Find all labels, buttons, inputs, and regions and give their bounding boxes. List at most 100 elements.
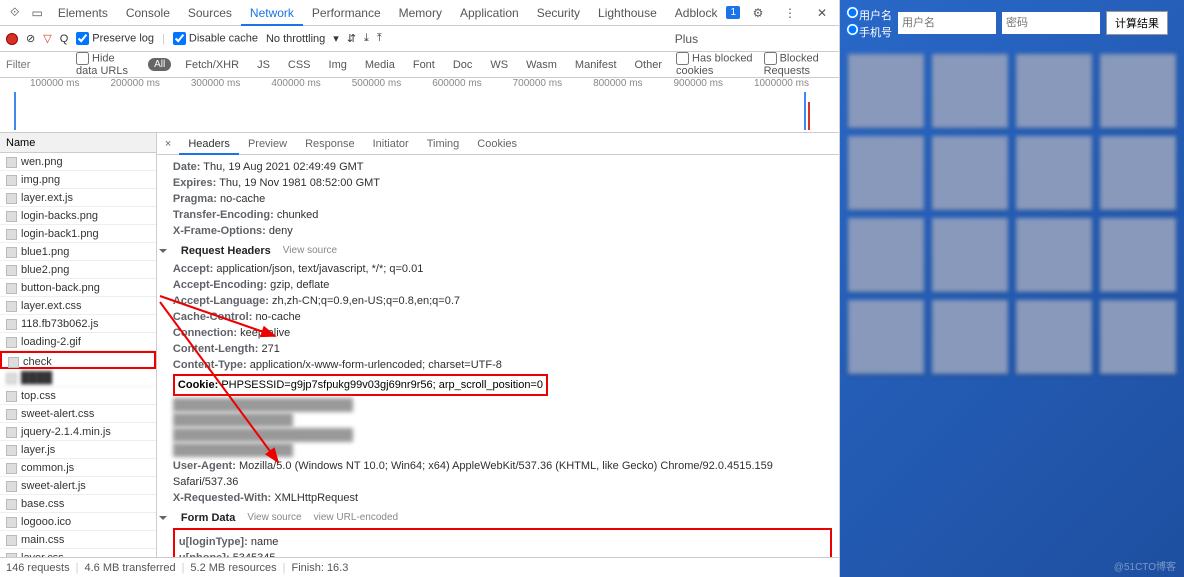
inspect-icon[interactable]: ⟐ [10, 5, 19, 21]
device-icon[interactable]: ▭ [31, 5, 42, 21]
throttling-select[interactable]: No throttling [266, 33, 325, 45]
thumbnail[interactable] [1100, 300, 1176, 374]
issue-badge[interactable]: 1 [726, 6, 740, 19]
dtab-initiator[interactable]: Initiator [364, 133, 418, 155]
filter-manifest[interactable]: Manifest [571, 59, 621, 71]
request-row[interactable]: base.css [0, 495, 156, 513]
search-icon[interactable]: Q [60, 33, 69, 45]
request-row[interactable]: sweet-alert.js [0, 477, 156, 495]
radio-username[interactable]: 用户名 [846, 6, 892, 23]
more-icon[interactable]: ⋮ [782, 5, 798, 21]
thumbnail[interactable] [1016, 218, 1092, 292]
submit-button[interactable]: 计算结果 [1106, 11, 1168, 35]
thumbnail[interactable] [932, 136, 1008, 210]
close-detail-icon[interactable]: × [157, 138, 179, 150]
thumbnail[interactable] [1100, 218, 1176, 292]
filter-icon[interactable]: ▽ [43, 32, 51, 45]
thumbnail[interactable] [848, 218, 924, 292]
request-row[interactable]: sweet-alert.css [0, 405, 156, 423]
request-row[interactable]: button-back.png [0, 279, 156, 297]
request-row[interactable]: jquery-2.1.4.min.js [0, 423, 156, 441]
thumbnail[interactable] [1016, 54, 1092, 128]
request-row[interactable]: login-backs.png [0, 207, 156, 225]
thumbnail[interactable] [1016, 136, 1092, 210]
request-list[interactable]: wen.pngimg.pnglayer.ext.jslogin-backs.pn… [0, 153, 156, 557]
timeline[interactable]: 100000 ms 200000 ms 300000 ms 400000 ms … [0, 78, 839, 133]
tab-sources[interactable]: Sources [179, 0, 241, 26]
upload-icon[interactable]: ⤓ [364, 32, 369, 45]
tab-memory[interactable]: Memory [390, 0, 451, 26]
filter-other[interactable]: Other [631, 59, 667, 71]
filter-img[interactable]: Img [325, 59, 351, 71]
request-row[interactable]: 118.fb73b062.js [0, 315, 156, 333]
filter-css[interactable]: CSS [284, 59, 315, 71]
request-row[interactable]: layer.ext.js [0, 189, 156, 207]
request-row[interactable]: img.png [0, 171, 156, 189]
disable-cache[interactable]: Disable cache [173, 32, 258, 45]
thumbnail[interactable] [932, 300, 1008, 374]
request-row[interactable]: login-back1.png [0, 225, 156, 243]
request-row[interactable]: ████ [0, 369, 156, 387]
request-row[interactable]: top.css [0, 387, 156, 405]
filter-font[interactable]: Font [409, 59, 439, 71]
thumbnail[interactable] [848, 54, 924, 128]
tab-console[interactable]: Console [117, 0, 179, 26]
tab-network[interactable]: Network [241, 0, 303, 26]
thumbnail[interactable] [932, 54, 1008, 128]
tab-performance[interactable]: Performance [303, 0, 390, 26]
request-headers-section[interactable]: Request HeadersView source [161, 243, 832, 259]
thumbnail[interactable] [848, 136, 924, 210]
blocked-cookies[interactable]: Has blocked cookies [676, 52, 754, 77]
filter-wasm[interactable]: Wasm [522, 59, 561, 71]
password-input[interactable] [1002, 12, 1100, 34]
filter-xhr[interactable]: Fetch/XHR [181, 59, 243, 71]
filter-doc[interactable]: Doc [449, 59, 477, 71]
request-row[interactable]: check [0, 351, 156, 369]
preserve-log[interactable]: Preserve log [76, 32, 154, 45]
dtab-cookies[interactable]: Cookies [468, 133, 526, 155]
close-icon[interactable]: ✕ [814, 5, 830, 21]
dtab-timing[interactable]: Timing [418, 133, 469, 155]
request-row[interactable]: wen.png [0, 153, 156, 171]
request-row[interactable]: layer.css [0, 549, 156, 557]
dtab-preview[interactable]: Preview [239, 133, 296, 155]
dtab-headers[interactable]: Headers [179, 133, 239, 155]
tab-elements[interactable]: Elements [49, 0, 117, 26]
blocked-requests[interactable]: Blocked Requests [764, 52, 833, 77]
dtab-response[interactable]: Response [296, 133, 364, 155]
thumbnail[interactable] [1100, 54, 1176, 128]
request-row[interactable]: logooo.ico [0, 513, 156, 531]
download-icon[interactable]: ⤒ [377, 32, 382, 45]
request-row[interactable]: main.css [0, 531, 156, 549]
thumbnail[interactable] [1016, 300, 1092, 374]
tab-lighthouse[interactable]: Lighthouse [589, 0, 666, 26]
status-transferred: 4.6 MB transferred [84, 562, 175, 574]
name-header[interactable]: Name [0, 133, 156, 153]
radio-phone[interactable]: 手机号 [846, 23, 892, 40]
filter-media[interactable]: Media [361, 59, 399, 71]
request-row[interactable]: layer.ext.css [0, 297, 156, 315]
thumbnail[interactable] [848, 300, 924, 374]
hide-data-urls[interactable]: Hide data URLs [76, 52, 138, 77]
filter-js[interactable]: JS [253, 59, 274, 71]
request-row[interactable]: loading-2.gif [0, 333, 156, 351]
request-row[interactable]: common.js [0, 459, 156, 477]
request-row[interactable]: blue2.png [0, 261, 156, 279]
username-input[interactable] [898, 12, 996, 34]
form-data-section[interactable]: Form DataView sourceview URL-encoded [161, 510, 832, 526]
filter-all[interactable]: All [148, 58, 171, 71]
tab-security[interactable]: Security [528, 0, 589, 26]
wifi-icon[interactable]: ⇵ [347, 32, 356, 45]
thumbnail[interactable] [1100, 136, 1176, 210]
filter-input[interactable] [6, 59, 66, 71]
record-button[interactable] [6, 33, 18, 45]
request-row[interactable]: blue1.png [0, 243, 156, 261]
thumbnail[interactable] [932, 218, 1008, 292]
clear-icon[interactable]: ⊘ [26, 32, 35, 45]
gear-icon[interactable]: ⚙ [750, 5, 766, 21]
filter-ws[interactable]: WS [486, 59, 512, 71]
tab-application[interactable]: Application [451, 0, 528, 26]
request-row[interactable]: layer.js [0, 441, 156, 459]
tab-adblock[interactable]: Adblock Plus [666, 0, 727, 26]
login-bar: 用户名 手机号 计算结果 [840, 0, 1184, 46]
